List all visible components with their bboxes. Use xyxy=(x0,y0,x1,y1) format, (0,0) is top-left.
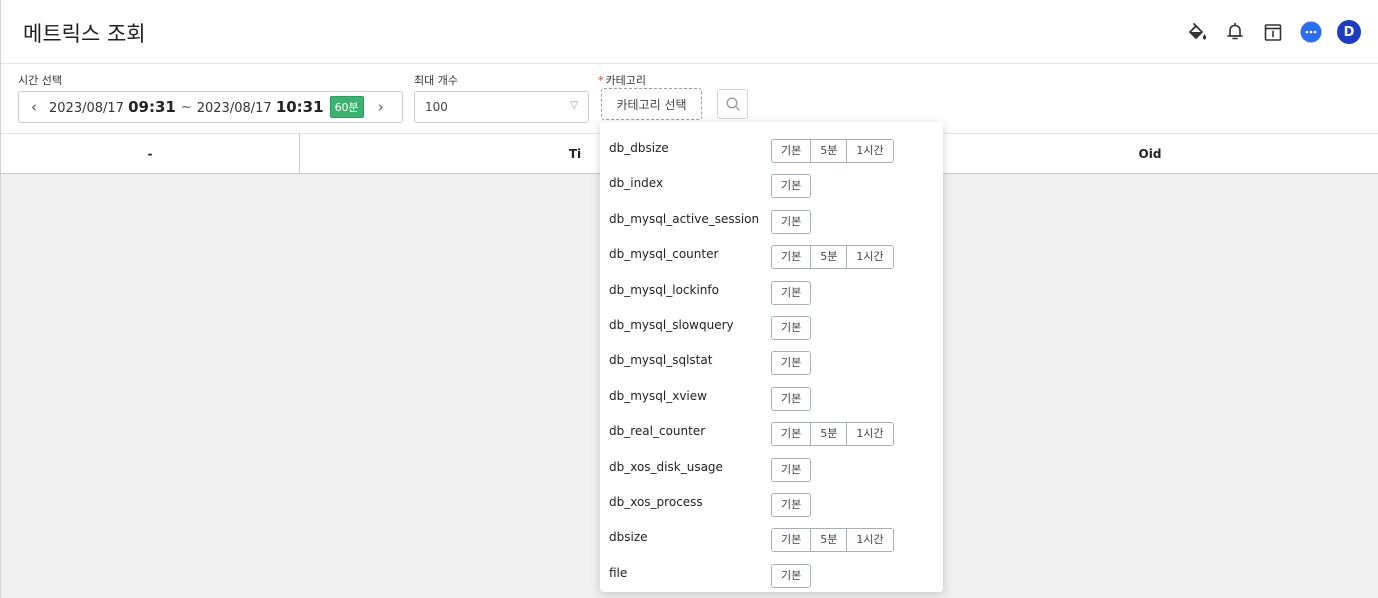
dropdown-item: db_mysql_lockinfo 기본 xyxy=(600,270,943,305)
interval-chip-group: 기본 xyxy=(771,351,812,376)
interval-chip[interactable]: 5분 xyxy=(810,529,847,552)
dropdown-item-label: db_mysql_lockinfo xyxy=(609,282,719,297)
dropdown-item-label: db_mysql_active_session xyxy=(609,211,760,226)
time-label: 시간 선택 xyxy=(18,74,62,87)
header-icons: D xyxy=(1185,20,1361,44)
dropdown-item-label: db_mysql_sqlstat xyxy=(609,353,713,368)
time-start-date: 2023/08/17 xyxy=(49,101,124,116)
interval-chip[interactable]: 기본 xyxy=(772,175,811,198)
chevron-left-icon[interactable]: ‹ xyxy=(23,98,45,116)
max-count-value: 100 xyxy=(425,100,448,114)
dropdown-item: db_mysql_slowquery 기본 xyxy=(600,305,943,340)
interval-chip[interactable]: 기본 xyxy=(772,458,811,481)
dropdown-item-label: db_xos_process xyxy=(609,495,703,509)
dropdown-item: db_mysql_xview 기본 xyxy=(600,376,943,411)
dropdown-item: db_mysql_active_session 기본 xyxy=(600,199,943,234)
dropdown-item: db_xos_process 기본 xyxy=(600,482,943,517)
interval-chip-group: 기본 xyxy=(771,386,812,411)
interval-chip-group: 기본 xyxy=(771,563,812,588)
category-label: * 카테고리 xyxy=(598,72,646,88)
interval-chip[interactable]: 1시간 xyxy=(846,529,893,552)
time-start-hm: 09:31 xyxy=(128,98,176,116)
dropdown-item: dbsize 기본 5분 1시간 xyxy=(600,517,943,553)
dropdown-item-label: db_dbsize xyxy=(609,141,669,155)
dropdown-item: db_mysql_counter 기본 5분 1시간 xyxy=(600,234,943,270)
interval-chip[interactable]: 기본 xyxy=(772,246,811,269)
time-start: 2023/08/17 09:31 xyxy=(49,98,176,116)
category-select-button[interactable]: 카테고리 선택 xyxy=(601,88,702,120)
dropdown-item-label: db_mysql_counter xyxy=(609,247,719,262)
category-dropdown: db_dbsize 기본 5분 1시간 db_index 기본 db_mysql_activ… xyxy=(600,122,943,592)
max-count-select[interactable]: 100 ▽ xyxy=(414,91,589,123)
avatar[interactable]: D xyxy=(1337,20,1361,44)
interval-chip[interactable]: 5분 xyxy=(810,246,847,269)
interval-chip[interactable]: 기본 xyxy=(772,529,811,552)
dropdown-item-label: db_index xyxy=(609,176,664,191)
interval-chip-group: 기본 5분 1시간 xyxy=(771,528,894,553)
chevron-right-icon[interactable]: › xyxy=(370,98,392,116)
dropdown-item-label: file xyxy=(609,565,628,580)
search-icon xyxy=(725,97,740,111)
interval-chip-group: 기본 xyxy=(771,457,812,482)
dropdown-item: db_dbsize 기본 5분 1시간 xyxy=(600,128,943,163)
interval-chip-group: 기본 xyxy=(771,280,812,305)
chevron-down-icon: ▽ xyxy=(570,100,578,111)
interval-chip-group: 기본 xyxy=(771,316,812,340)
dropdown-item: db_index 기본 xyxy=(600,163,943,199)
time-end-date: 2023/08/17 xyxy=(196,101,272,116)
dropdown-item-label: db_mysql_slowquery xyxy=(609,318,734,332)
interval-chip[interactable]: 기본 xyxy=(772,281,811,304)
dropdown-item: db_real_counter 기본 5분 1시간 xyxy=(600,411,943,447)
dropdown-item: file 기본 xyxy=(600,553,943,588)
dropdown-item-label: db_mysql_xview xyxy=(609,388,707,403)
bell-icon[interactable] xyxy=(1223,20,1247,44)
dropdown-item-label: dbsize xyxy=(609,530,648,545)
time-end: 2023/08/17 10:31 xyxy=(197,98,324,116)
chat-icon[interactable] xyxy=(1299,20,1323,44)
duration-badge[interactable]: 60분 xyxy=(329,96,364,118)
paint-bucket-icon[interactable] xyxy=(1185,20,1209,44)
interval-chip[interactable]: 기본 xyxy=(772,352,811,375)
interval-chip[interactable]: 기본 xyxy=(772,387,811,410)
interval-chip[interactable]: 1시간 xyxy=(846,246,893,269)
column-header: - xyxy=(1,134,300,174)
interval-chip-group: 기본 5분 1시간 xyxy=(771,139,894,163)
time-range-picker[interactable]: ‹ 2023/08/17 09:31 ~ 2023/08/17 10:31 60… xyxy=(18,91,403,123)
interval-chip-group: 기본 xyxy=(771,174,812,199)
column-header: Oid xyxy=(1138,147,1162,161)
dropdown-item: db_mysql_sqlstat 기본 xyxy=(600,340,943,376)
interval-chip-group: 기본 xyxy=(771,209,812,234)
interval-chip[interactable]: 1시간 xyxy=(846,423,893,446)
header: 메트릭스 조회 D xyxy=(1,0,1378,64)
dropdown-item-label: db_real_counter xyxy=(609,424,706,439)
interval-chip[interactable]: 기본 xyxy=(772,140,811,162)
interval-chip-group: 기본 xyxy=(771,493,812,517)
page-title: 메트릭스 조회 xyxy=(23,22,146,46)
interval-chip-group: 기본 5분 1시간 xyxy=(771,245,894,270)
interval-chip[interactable]: 1시간 xyxy=(846,140,893,162)
interval-chip[interactable]: 5분 xyxy=(810,140,847,162)
category-label-text: 카테고리 xyxy=(605,74,646,87)
interval-chip[interactable]: 기본 xyxy=(772,210,811,233)
interval-chip-group: 기본 5분 1시간 xyxy=(771,422,894,447)
interval-chip[interactable]: 기본 xyxy=(772,494,811,516)
interval-chip[interactable]: 기본 xyxy=(772,423,811,446)
interval-chip[interactable]: 5분 xyxy=(810,423,847,446)
dropdown-item: db_xos_disk_usage 기본 xyxy=(600,447,943,482)
max-count-label: 최대 개수 xyxy=(414,74,458,87)
required-marker: * xyxy=(598,74,604,87)
time-end-hm: 10:31 xyxy=(275,98,324,116)
time-separator: ~ xyxy=(180,99,192,115)
search-button[interactable] xyxy=(717,89,748,119)
calendar-info-icon[interactable] xyxy=(1261,20,1285,44)
interval-chip[interactable]: 기본 xyxy=(772,564,811,587)
interval-chip[interactable]: 기본 xyxy=(772,317,811,339)
dropdown-item-label: db_xos_disk_usage xyxy=(609,459,723,474)
app-root: 메트릭스 조회 D 시간 선택 ‹ 2023/08/17 09:31 ~ 202… xyxy=(0,0,1378,598)
